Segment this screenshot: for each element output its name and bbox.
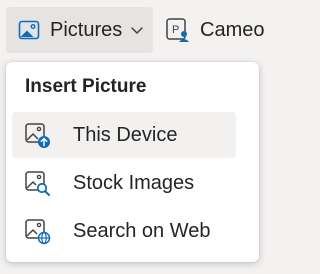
- menu-item-label: Stock Images: [73, 172, 195, 194]
- pictures-label: Pictures: [50, 19, 123, 41]
- menu-item-stock-images[interactable]: Stock Images: [12, 160, 236, 206]
- cameo-icon: P: [164, 16, 192, 44]
- menu-item-search-on-web[interactable]: Search on Web: [12, 208, 236, 254]
- image-upload-icon: [22, 120, 52, 150]
- menu-header: Insert Picture: [25, 76, 147, 97]
- menu-item-label: Search on Web: [73, 220, 211, 242]
- picture-icon: [16, 17, 42, 43]
- cameo-label: Cameo: [200, 19, 265, 41]
- cameo-icon-letter: P: [172, 24, 179, 36]
- menu-item-label: This Device: [73, 124, 178, 146]
- chevron-down-icon: [128, 21, 146, 39]
- cameo-button[interactable]: P Cameo: [160, 7, 264, 53]
- image-globe-icon: [22, 216, 52, 246]
- ribbon-bar: Pictures P Cameo: [0, 0, 269, 62]
- menu-item-this-device[interactable]: This Device: [12, 112, 236, 158]
- pictures-dropdown-button[interactable]: Pictures: [6, 7, 153, 53]
- image-search-icon: [22, 168, 52, 198]
- insert-picture-menu: Insert Picture This Device Stock Images: [6, 62, 259, 262]
